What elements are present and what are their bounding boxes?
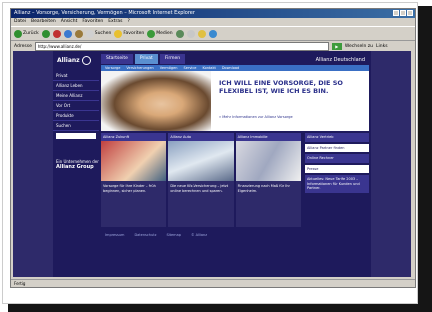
sidebar-item-life[interactable]: Allianz Leben bbox=[53, 81, 99, 91]
sidebar: Privat Allianz Leben Meine Allianz Vor O… bbox=[53, 71, 99, 251]
menu-file[interactable]: Datei bbox=[14, 18, 26, 26]
hero-photo bbox=[101, 71, 211, 131]
toolbar: Zurück Suchen Favoriten Medien bbox=[11, 26, 415, 41]
right-box[interactable]: Allianz Partner finden bbox=[305, 143, 369, 152]
home-icon[interactable] bbox=[74, 29, 83, 38]
address-bar: Adresse http://www.allianz.de/ ▶ Wechsel… bbox=[11, 41, 415, 51]
sidebar-item-search: Suchen bbox=[53, 121, 99, 131]
teaser-text: Finanzierung nach Maß für Ihr Eigenheim. bbox=[237, 184, 290, 193]
teaser-card[interactable]: Allianz Zukunft Vorsorge für Ihre Kinder… bbox=[101, 133, 167, 227]
teaser-text: Die neue Kfz-Versicherung – jetzt online… bbox=[170, 184, 229, 193]
close-button[interactable] bbox=[407, 10, 413, 16]
sidebar-group-label: Ein Unternehmen der Allianz Group bbox=[56, 159, 99, 170]
go-button[interactable]: ▶ bbox=[331, 42, 342, 50]
media-icon bbox=[147, 29, 156, 38]
go-label[interactable]: Wechseln zu bbox=[345, 44, 373, 49]
print-icon[interactable] bbox=[197, 29, 206, 38]
main-nav: Startseite Privat Firmen bbox=[101, 54, 186, 64]
footer-link[interactable]: Datenschutz bbox=[134, 231, 156, 239]
links-label[interactable]: Links bbox=[376, 44, 388, 49]
refresh-icon[interactable] bbox=[63, 29, 72, 38]
sidebar-item-my-allianz[interactable]: Meine Allianz bbox=[53, 91, 99, 101]
history-icon[interactable] bbox=[175, 29, 184, 38]
sidebar-search-input[interactable] bbox=[56, 133, 96, 139]
window-controls bbox=[393, 10, 413, 16]
status-bar: Fertig bbox=[11, 279, 415, 287]
allianz-site: Allianz Startseite Privat Firmen Allianz… bbox=[53, 51, 371, 277]
teaser-text: Vorsorge für Ihre Kinder – früh beginnen… bbox=[103, 184, 156, 193]
window-title: Allianz – Vorsorge, Versicherung, Vermög… bbox=[14, 10, 195, 16]
address-input[interactable]: http://www.allianz.de/ bbox=[34, 41, 329, 51]
right-box-news[interactable]: Aktuelles: Neue Tarife 2003 – Informatio… bbox=[305, 175, 369, 193]
address-label: Adresse bbox=[14, 43, 32, 49]
teaser-card[interactable]: Allianz Auto Die neue Kfz-Versicherung –… bbox=[168, 133, 234, 227]
sidebar-item-private[interactable]: Privat bbox=[53, 71, 99, 81]
back-button[interactable]: Zurück bbox=[14, 29, 39, 38]
teaser-head: Allianz Immobilie bbox=[235, 133, 301, 141]
title-bar: Allianz – Vorsorge, Versicherung, Vermög… bbox=[11, 9, 415, 18]
mail-icon[interactable] bbox=[186, 29, 195, 38]
footer-link[interactable]: Sitemap bbox=[166, 231, 181, 239]
menu-help[interactable]: ? bbox=[127, 18, 129, 26]
menu-tools[interactable]: Extras bbox=[108, 18, 122, 26]
messenger-icon[interactable] bbox=[208, 29, 217, 38]
maximize-button[interactable] bbox=[400, 10, 406, 16]
hero-headline: ICH WILL EINE VORSORGE, DIE SO FLEXIBEL … bbox=[219, 79, 343, 95]
teaser-head: Allianz Auto bbox=[168, 133, 234, 141]
search-icon bbox=[85, 29, 94, 38]
sidebar-item-local[interactable]: Vor Ort bbox=[53, 101, 99, 111]
menu-view[interactable]: Ansicht bbox=[61, 18, 78, 26]
nav-tab-private[interactable]: Privat bbox=[134, 54, 158, 64]
right-box[interactable]: Allianz Vertrieb bbox=[305, 133, 369, 142]
eagle-icon bbox=[81, 56, 91, 65]
media-button[interactable]: Medien bbox=[147, 29, 173, 38]
right-box[interactable]: Presse bbox=[305, 164, 369, 173]
star-icon bbox=[114, 29, 123, 38]
teaser-row: Allianz Zukunft Vorsorge für Ihre Kinder… bbox=[101, 133, 301, 227]
teaser-photo-car bbox=[168, 141, 234, 181]
forward-arrow-icon[interactable] bbox=[41, 29, 50, 38]
sidebar-item-products[interactable]: Produkte bbox=[53, 111, 99, 121]
teaser-photo-hands bbox=[235, 141, 301, 181]
right-column: Allianz Vertrieb Allianz Partner finden … bbox=[305, 133, 369, 227]
brand-right[interactable]: Allianz Deutschland bbox=[316, 57, 365, 63]
hero-banner: ICH WILL EINE VORSORGE, DIE SO FLEXIBEL … bbox=[101, 71, 369, 131]
footer-copyright: © Allianz bbox=[190, 233, 208, 237]
menu-bar: Datei Bearbeiten Ansicht Favoriten Extra… bbox=[11, 18, 415, 26]
nav-tab-start[interactable]: Startseite bbox=[101, 54, 133, 64]
footer-link[interactable]: Impressum bbox=[105, 231, 124, 239]
page-viewport: Allianz Startseite Privat Firmen Allianz… bbox=[13, 51, 411, 277]
site-footer: Impressum Datenschutz Sitemap © Allianz bbox=[101, 231, 373, 239]
menu-favorites[interactable]: Favoriten bbox=[82, 18, 103, 26]
favorites-button[interactable]: Favoriten bbox=[114, 29, 144, 38]
right-box[interactable]: Online Rechner bbox=[305, 154, 369, 163]
teaser-photo-child bbox=[101, 141, 167, 181]
browser-window: Allianz – Vorsorge, Versicherung, Vermög… bbox=[10, 8, 416, 288]
allianz-logo[interactable]: Allianz bbox=[57, 56, 91, 65]
hero-link[interactable]: » Mehr Informationen zur Allianz Vorsorg… bbox=[219, 115, 293, 119]
stop-icon[interactable] bbox=[52, 29, 61, 38]
teaser-card[interactable]: Allianz Immobilie Finanzierung nach Maß … bbox=[235, 133, 301, 227]
search-button[interactable]: Suchen bbox=[85, 29, 111, 38]
minimize-button[interactable] bbox=[393, 10, 399, 16]
menu-edit[interactable]: Bearbeiten bbox=[31, 18, 56, 26]
back-arrow-icon bbox=[14, 29, 22, 38]
nav-tab-business[interactable]: Firmen bbox=[159, 54, 186, 64]
teaser-head: Allianz Zukunft bbox=[101, 133, 167, 141]
